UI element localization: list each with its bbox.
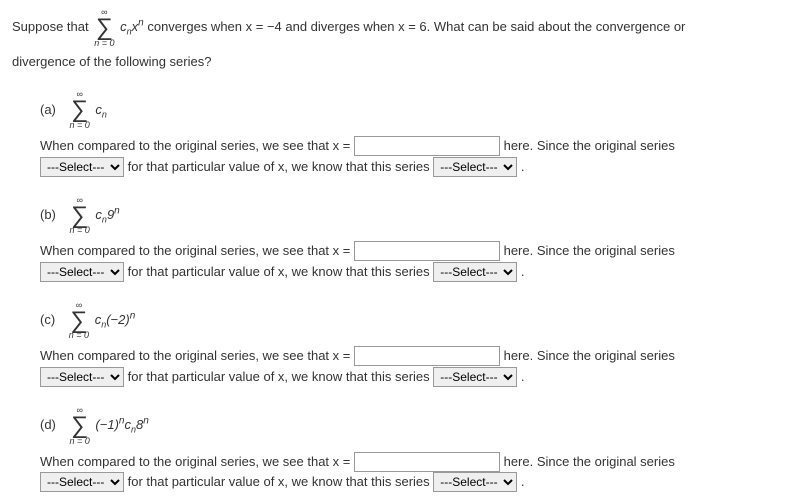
intro-line1: Suppose that ∞ ∑ n = 0 cnxn converges wh… [12,8,785,48]
part-a-line1-post: here. Since the original series [504,138,675,153]
intro-sum: ∞ ∑ n = 0 [94,8,114,48]
part-a-select1[interactable]: ---Select--- [40,157,124,177]
part-d-series: ∞ ∑ n = 0 (−1)ncn8n [68,406,149,446]
sum-bottom: n = 0 [94,39,114,48]
part-d-select2[interactable]: ---Select--- [433,472,517,492]
part-d-line1-post: here. Since the original series [504,454,675,469]
part-d-select1[interactable]: ---Select--- [40,472,124,492]
part-b-line2-mid: for that particular value of x, we know … [128,264,434,279]
part-c-text: When compared to the original series, we… [40,346,785,388]
part-d-line2-end: . [521,474,525,489]
part-b-text: When compared to the original series, we… [40,241,785,283]
part-c-series: ∞ ∑ n = 0 cn(−2)n [67,301,135,341]
intro-term: cnxn [120,19,144,34]
part-d-line1-pre: When compared to the original series, we… [40,454,354,469]
part-b-line1-pre: When compared to the original series, we… [40,243,354,258]
part-b: (b) ∞ ∑ n = 0 cn9n When compared to the … [40,196,785,283]
part-a-series: ∞ ∑ n = 0 cn [68,90,107,130]
part-b-select1[interactable]: ---Select--- [40,262,124,282]
part-b-x-input[interactable] [354,241,500,261]
sigma-icon: ∑ [70,205,90,227]
part-d-term: (−1)ncn8n [95,417,148,432]
part-a-line1-pre: When compared to the original series, we… [40,138,354,153]
part-c-term: cn(−2)n [95,312,136,327]
sum-bottom: n = 0 [70,437,90,446]
sigma-icon: ∑ [70,415,90,437]
part-c-label: (c) [40,312,55,327]
intro-line2: divergence of the following series? [12,52,785,73]
sigma-icon: ∑ [70,99,90,121]
part-a-text: When compared to the original series, we… [40,136,785,178]
part-d-text: When compared to the original series, we… [40,452,785,494]
sum-bottom: n = 0 [70,121,90,130]
sigma-icon: ∑ [94,17,114,39]
part-a-label: (a) [40,102,56,117]
sigma-icon: ∑ [69,310,89,332]
part-a-term: cn [95,102,107,117]
part-c-select1[interactable]: ---Select--- [40,367,124,387]
part-a: (a) ∞ ∑ n = 0 cn When compared to the or… [40,90,785,177]
part-c-sum: ∞ ∑ n = 0 [69,301,89,341]
part-a-sum: ∞ ∑ n = 0 [70,90,90,130]
part-c-line1-pre: When compared to the original series, we… [40,348,354,363]
part-c-x-input[interactable] [354,346,500,366]
part-c-line2-mid: for that particular value of x, we know … [128,369,434,384]
intro-post: converges when x = −4 and diverges when … [147,19,685,34]
part-b-sum: ∞ ∑ n = 0 [70,196,90,236]
part-b-term: cn9n [95,207,119,222]
part-c-line2-end: . [521,369,525,384]
part-b-line2-end: . [521,264,525,279]
part-b-label: (b) [40,207,56,222]
part-d-label: (d) [40,417,56,432]
part-d-x-input[interactable] [354,452,500,472]
part-a-x-input[interactable] [354,136,500,156]
part-d: (d) ∞ ∑ n = 0 (−1)ncn8n When compared to… [40,406,785,493]
part-c-line1-post: here. Since the original series [504,348,675,363]
sum-bottom: n = 0 [70,226,90,235]
part-a-select2[interactable]: ---Select--- [433,157,517,177]
part-a-line2-end: . [521,159,525,174]
part-d-line2-mid: for that particular value of x, we know … [128,474,434,489]
sum-bottom: n = 0 [69,331,89,340]
part-d-sum: ∞ ∑ n = 0 [70,406,90,446]
part-c-select2[interactable]: ---Select--- [433,367,517,387]
part-b-line1-post: here. Since the original series [504,243,675,258]
part-b-select2[interactable]: ---Select--- [433,262,517,282]
intro-pre: Suppose that [12,19,92,34]
part-b-series: ∞ ∑ n = 0 cn9n [68,196,120,236]
part-c: (c) ∞ ∑ n = 0 cn(−2)n When compared to t… [40,301,785,388]
part-a-line2-mid: for that particular value of x, we know … [128,159,434,174]
